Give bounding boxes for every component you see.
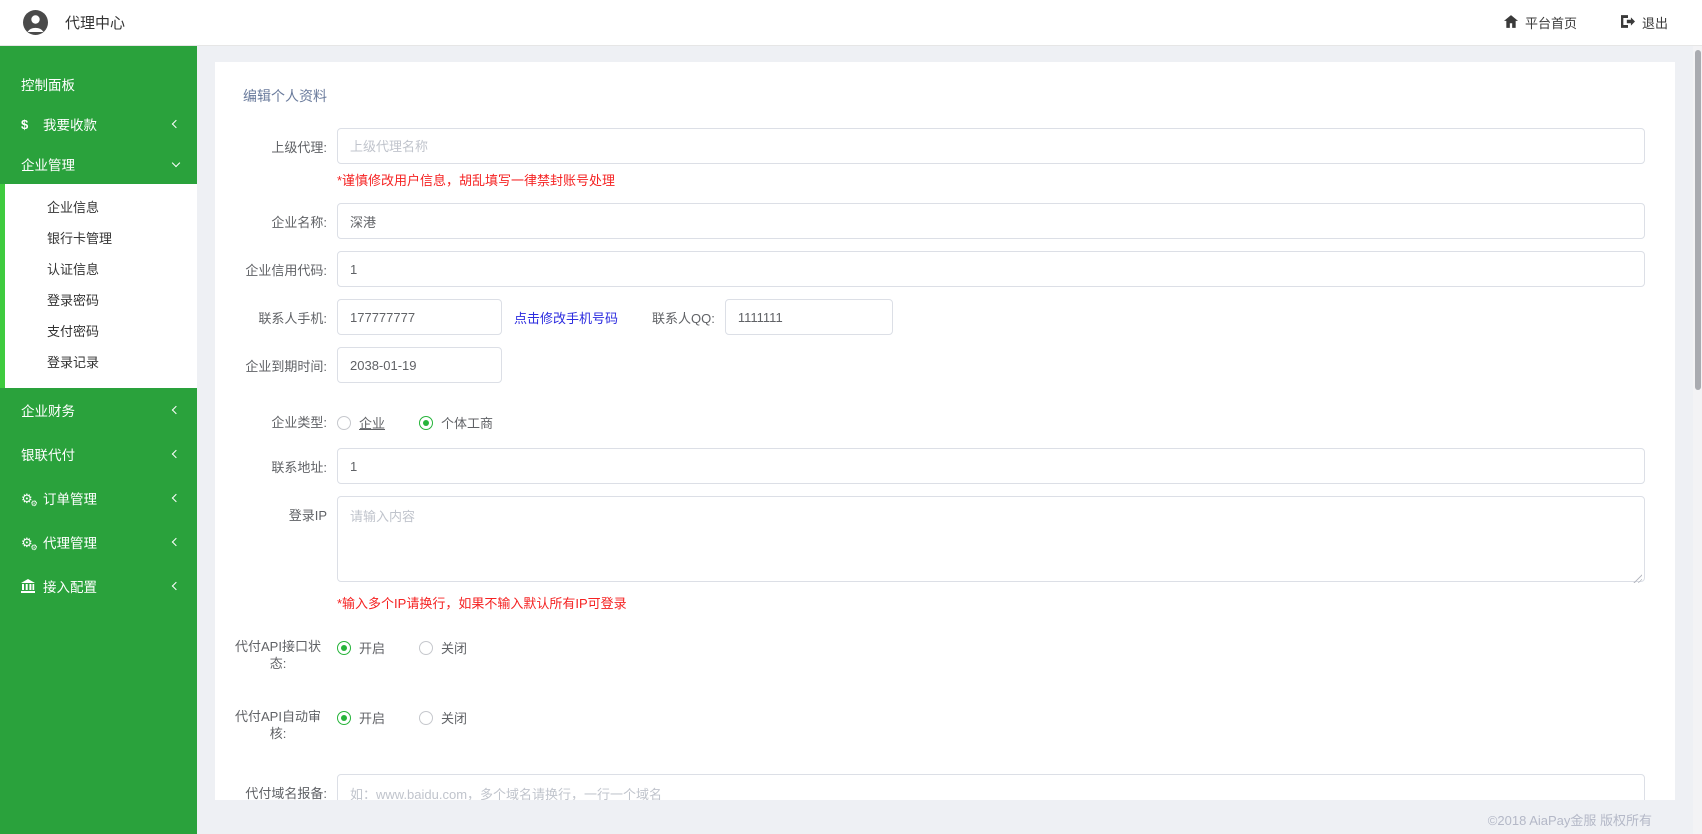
contact-qq-input[interactable] xyxy=(724,299,893,335)
chevron-left-icon xyxy=(171,405,181,415)
copyright-footer: ©2018 AiaPay金服 版权所有 xyxy=(1487,813,1652,828)
sidebar-item-agent-management[interactable]: ⚙ ⚙ 代理管理 xyxy=(0,520,197,564)
company-type-row: 企业类型: 企业 个体工商 xyxy=(215,405,1645,432)
chevron-left-icon xyxy=(171,493,181,503)
expire-date-input[interactable] xyxy=(337,347,502,383)
edit-profile-card: 编辑个人资料 上级代理: *谨慎修改用户信息，胡乱填写一律禁封账号处理 企业名称… xyxy=(215,62,1675,800)
api-status-row: 代付API接口状态: 开启 关闭 xyxy=(215,632,1645,672)
sidebar-item-order-management[interactable]: ⚙ ⚙ 订单管理 xyxy=(0,476,197,520)
home-icon xyxy=(1503,14,1518,31)
parent-agent-warning-note: *谨慎修改用户信息，胡乱填写一律禁封账号处理 xyxy=(337,173,616,188)
radio-unselected-icon[interactable] xyxy=(419,640,434,655)
address-row: 联系地址: xyxy=(215,448,1645,484)
company-type-label: 企业类型: xyxy=(271,415,327,430)
scrollbar-thumb[interactable] xyxy=(1694,50,1701,390)
company-type-option-enterprise[interactable]: 企业 xyxy=(337,413,385,432)
login-ip-note: *输入多个IP请换行，如果不输入默认所有IP可登录 xyxy=(337,596,627,611)
api-status-option-on[interactable]: 开启 xyxy=(337,638,385,657)
submenu-item-company-info[interactable]: 企业信息 xyxy=(5,192,197,223)
radio-selected-icon[interactable] xyxy=(337,640,351,655)
sidebar-item-unionpay-payout[interactable]: 银联代付 xyxy=(0,432,197,476)
address-label: 联系地址: xyxy=(271,460,327,475)
login-ip-row: 登录IP xyxy=(215,496,1645,587)
submenu-item-auth-info[interactable]: 认证信息 xyxy=(5,254,197,285)
sidebar-item-label: 订单管理 xyxy=(43,492,97,507)
radio-selected-icon[interactable] xyxy=(337,710,351,725)
platform-home-link[interactable]: 平台首页 xyxy=(1503,13,1577,32)
radio-selected-icon[interactable] xyxy=(419,415,434,430)
sidebar-item-label: 我要收款 xyxy=(43,118,97,133)
chevron-left-icon xyxy=(171,581,181,591)
submenu-item-login-records[interactable]: 登录记录 xyxy=(5,347,197,378)
submenu-item-bank-card[interactable]: 银行卡管理 xyxy=(5,223,197,254)
submenu-item-login-password[interactable]: 登录密码 xyxy=(5,285,197,316)
sidebar-item-label: 代理管理 xyxy=(43,536,97,551)
parent-agent-label: 上级代理: xyxy=(271,140,327,155)
api-auto-audit-option-off[interactable]: 关闭 xyxy=(419,708,467,727)
company-management-submenu: 企业信息 银行卡管理 认证信息 登录密码 支付密码 登录记录 xyxy=(0,184,197,388)
contact-qq-label: 联系人QQ: xyxy=(652,310,715,326)
address-input[interactable] xyxy=(337,448,1645,484)
sidebar-item-company-management[interactable]: 企业管理 xyxy=(0,144,197,184)
contact-phone-input[interactable] xyxy=(337,299,502,335)
dollar-icon: $ xyxy=(21,116,29,132)
sidebar-item-label: 控制面板 xyxy=(21,78,75,93)
submenu-item-pay-password[interactable]: 支付密码 xyxy=(5,316,197,347)
expire-date-row: 企业到期时间: xyxy=(215,347,1645,383)
sidebar: 控制面板 $ 我要收款 企业管理 企业信息 银行卡管理 认证信息 登录密码 支付… xyxy=(0,46,197,834)
vertical-scrollbar[interactable] xyxy=(1693,46,1702,834)
company-name-row: 企业名称: xyxy=(215,203,1645,239)
sidebar-item-company-finance[interactable]: 企业财务 xyxy=(0,388,197,432)
logout-link[interactable]: 退出 xyxy=(1620,13,1668,32)
login-ip-label: 登录IP xyxy=(288,508,327,523)
api-status-label: 代付API接口状态: xyxy=(235,639,321,671)
main-content: 编辑个人资料 上级代理: *谨慎修改用户信息，胡乱填写一律禁封账号处理 企业名称… xyxy=(197,46,1692,834)
domain-filing-row: 代付域名报备: xyxy=(215,774,1645,800)
app-title: 代理中心 xyxy=(65,15,126,32)
change-phone-link[interactable]: 点击修改手机号码 xyxy=(514,308,618,327)
sidebar-item-label: 接入配置 xyxy=(43,580,97,595)
sidebar-item-label: 企业管理 xyxy=(21,158,75,173)
cogs-icon: ⚙ ⚙ xyxy=(21,490,38,508)
company-name-input[interactable] xyxy=(337,203,1645,239)
logout-label: 退出 xyxy=(1641,16,1668,31)
user-avatar-icon xyxy=(22,9,49,36)
api-auto-audit-row: 代付API自动审核: 开启 关闭 xyxy=(215,702,1645,742)
parent-agent-row: 上级代理: xyxy=(215,128,1645,164)
login-ip-textarea[interactable] xyxy=(337,496,1645,582)
contact-phone-row: 联系人手机: 点击修改手机号码 联系人QQ: xyxy=(215,299,1645,335)
api-auto-audit-label: 代付API自动审核: xyxy=(235,709,321,741)
cogs-icon: ⚙ ⚙ xyxy=(21,534,38,552)
chevron-left-icon xyxy=(171,537,181,547)
sidebar-item-access-config[interactable]: 接入配置 xyxy=(0,564,197,608)
chevron-left-icon xyxy=(171,119,181,129)
expire-date-label: 企业到期时间: xyxy=(245,359,327,374)
sign-out-icon xyxy=(1620,14,1635,31)
sidebar-item-dashboard[interactable]: 控制面板 xyxy=(0,64,197,104)
bank-icon xyxy=(21,579,43,593)
sidebar-item-label: 银联代付 xyxy=(21,448,75,463)
contact-phone-label: 联系人手机: xyxy=(258,311,327,326)
radio-unselected-icon[interactable] xyxy=(337,415,351,430)
company-type-option-individual[interactable]: 个体工商 xyxy=(419,413,493,432)
platform-home-label: 平台首页 xyxy=(1524,16,1577,31)
brand: 代理中心 xyxy=(0,9,125,36)
chevron-left-icon xyxy=(171,449,181,459)
domain-filing-label: 代付域名报备: xyxy=(245,786,327,800)
domain-filing-textarea[interactable] xyxy=(337,774,1645,800)
credit-code-input[interactable] xyxy=(337,251,1645,287)
topbar: 代理中心 平台首页 退出 xyxy=(0,0,1702,46)
parent-agent-input[interactable] xyxy=(337,128,1645,164)
radio-unselected-icon[interactable] xyxy=(419,710,434,725)
chevron-down-icon xyxy=(171,158,181,167)
credit-code-label: 企业信用代码: xyxy=(245,263,327,278)
sidebar-item-label: 企业财务 xyxy=(21,404,75,419)
credit-code-row: 企业信用代码: xyxy=(215,251,1645,287)
api-auto-audit-option-on[interactable]: 开启 xyxy=(337,708,385,727)
sidebar-item-collect-money[interactable]: $ 我要收款 xyxy=(0,104,197,144)
page-title: 编辑个人资料 xyxy=(243,88,327,104)
api-status-option-off[interactable]: 关闭 xyxy=(419,638,467,657)
company-name-label: 企业名称: xyxy=(271,215,327,230)
